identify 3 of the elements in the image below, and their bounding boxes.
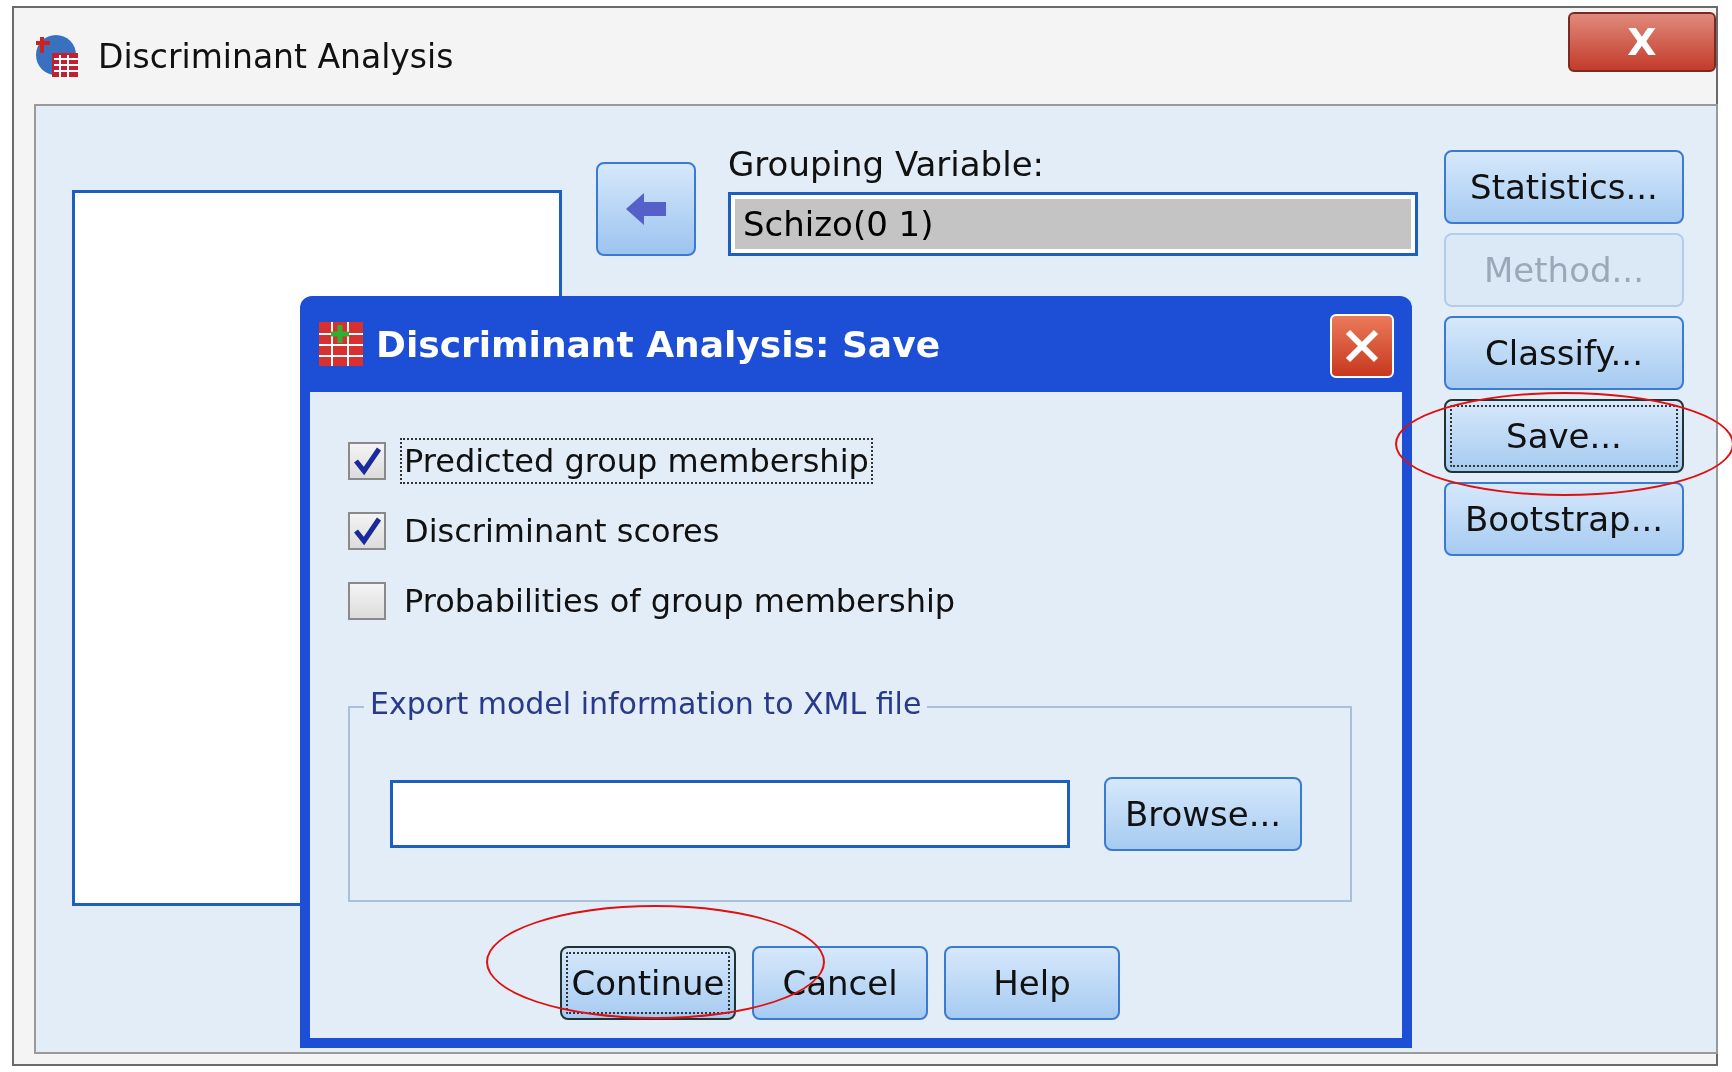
grouping-label: Grouping Variable: xyxy=(728,144,1045,184)
dialog-title: Discriminant Analysis: Save xyxy=(376,323,941,365)
window-title: Discriminant Analysis xyxy=(98,36,454,76)
